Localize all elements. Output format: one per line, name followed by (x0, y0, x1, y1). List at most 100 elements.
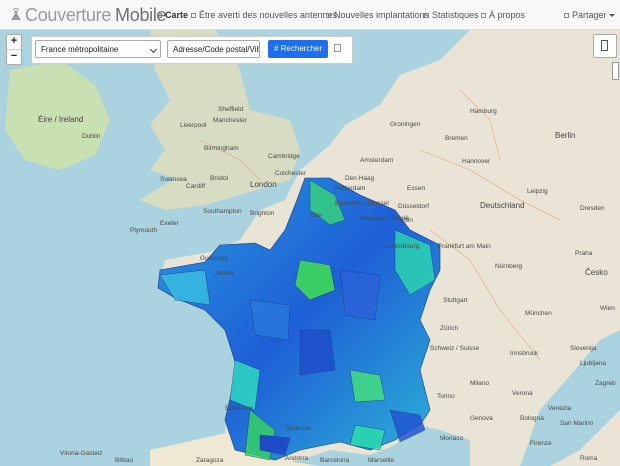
svg-text:Hannover: Hannover (462, 158, 491, 165)
svg-text:Bristol: Bristol (210, 175, 229, 182)
nav-label: À propos (489, 10, 526, 20)
svg-text:Milano: Milano (470, 380, 490, 387)
star-icon (326, 12, 331, 18)
panel-icon (601, 40, 608, 51)
svg-text:Innsbruck: Innsbruck (510, 350, 539, 357)
svg-text:Swansea: Swansea (160, 176, 187, 183)
side-panel-toggle-button[interactable] (593, 34, 617, 58)
svg-text:Luxembourg: Luxembourg (383, 243, 420, 250)
svg-text:Colchester: Colchester (275, 170, 307, 177)
svg-text:Verona: Verona (512, 390, 533, 397)
svg-text:Bordeaux: Bordeaux (225, 405, 254, 412)
svg-text:Belgique / België: Belgique / België (360, 215, 409, 222)
svg-text:Guernsey: Guernsey (200, 255, 229, 262)
svg-text:Dresden: Dresden (580, 205, 605, 212)
svg-text:Liverpool: Liverpool (180, 122, 207, 129)
scrollbar-handle[interactable] (612, 62, 619, 80)
zoom-control: + − (6, 34, 22, 65)
svg-text:Zaragoza: Zaragoza (196, 457, 224, 464)
svg-text:Groningen: Groningen (390, 121, 421, 128)
info-icon (481, 12, 486, 18)
svg-text:Vitoria-Gasteiz: Vitoria-Gasteiz (60, 450, 103, 457)
share-icon (564, 12, 569, 18)
map-tiles: Éire / Ireland Dublin Liverpool Manchester… (0, 30, 620, 466)
map-canvas[interactable]: Éire / Ireland Dublin Liverpool Manchester… (0, 30, 620, 466)
svg-text:Andorra: Andorra (285, 455, 309, 462)
caret-down-icon (608, 13, 615, 17)
svg-text:Bremen: Bremen (445, 135, 468, 142)
locate-icon[interactable] (334, 44, 341, 52)
svg-text:Plymouth: Plymouth (130, 227, 157, 234)
region-select[interactable]: France métropolitaine (35, 40, 161, 58)
svg-text:Amsterdam: Amsterdam (360, 157, 393, 164)
svg-text:Lille: Lille (310, 212, 322, 219)
svg-text:Stuttgart: Stuttgart (443, 297, 468, 304)
search-button[interactable]: # Rechercher (268, 40, 328, 58)
chart-icon (424, 12, 429, 18)
svg-text:Firenze: Firenze (530, 440, 552, 447)
nav-alerts[interactable]: Être averti des nouvelles antennes (191, 0, 337, 30)
svg-text:Bilbao: Bilbao (115, 457, 133, 464)
svg-text:Toulouse: Toulouse (285, 425, 311, 432)
svg-text:Ljubljana: Ljubljana (580, 360, 606, 367)
svg-text:Venezia: Venezia (548, 405, 572, 412)
svg-text:Essen: Essen (407, 185, 425, 192)
svg-text:Dublin: Dublin (82, 133, 101, 140)
svg-text:Berlin: Berlin (555, 131, 575, 140)
search-panel: France métropolitaine Adresse/Code posta… (31, 36, 353, 64)
nav-label: Carte (165, 10, 189, 20)
chevron-down-icon (149, 45, 158, 54)
svg-text:Cambridge: Cambridge (268, 153, 300, 160)
svg-text:Nürnberg: Nürnberg (495, 263, 522, 270)
nav-label: Nouvelles implantations (334, 10, 430, 20)
nav-label: Statistiques (432, 10, 479, 20)
svg-text:Jersey: Jersey (215, 270, 235, 277)
svg-text:Den Haag: Den Haag (345, 175, 375, 182)
svg-text:Wien: Wien (600, 305, 615, 312)
antenna-icon (11, 8, 21, 20)
address-input[interactable]: Adresse/Code postal/Ville (167, 40, 260, 58)
nav-label: Partager (572, 10, 607, 20)
map-icon (157, 12, 162, 18)
nav-statistics[interactable]: Statistiques (424, 0, 479, 30)
svg-text:London: London (250, 180, 277, 189)
svg-text:Sheffield: Sheffield (218, 106, 244, 113)
brand-text-couverture: Couverture (25, 4, 112, 25)
nav-share-dropdown[interactable]: Partager (564, 0, 615, 30)
zoom-in-button[interactable]: + (7, 35, 21, 49)
brand-logo-link[interactable]: Couverture Mobile (8, 3, 167, 27)
svg-text:Torino: Torino (437, 393, 455, 400)
svg-text:Praha: Praha (575, 250, 593, 257)
svg-text:Leipzig: Leipzig (527, 188, 548, 195)
svg-text:Schweiz / Suisse: Schweiz / Suisse (430, 345, 480, 352)
top-navbar: Couverture Mobile Carte Être averti des … (0, 0, 620, 30)
nav-new-sites[interactable]: Nouvelles implantations (326, 0, 429, 30)
svg-text:Frankfurt am Main: Frankfurt am Main (438, 243, 491, 250)
svg-text:Zagreb: Zagreb (595, 380, 616, 387)
svg-text:Düsseldorf: Düsseldorf (398, 203, 429, 210)
hash-icon: # (273, 44, 281, 53)
region-select-value: France métropolitaine (41, 45, 119, 54)
svg-text:Exeter: Exeter (160, 220, 180, 227)
search-button-label: Rechercher (280, 44, 323, 53)
svg-text:Rotterdam: Rotterdam (335, 185, 365, 192)
nav-carte[interactable]: Carte (157, 0, 188, 30)
svg-text:Bruxelles / Brussel: Bruxelles / Brussel (335, 200, 389, 207)
svg-text:Marseille: Marseille (368, 457, 394, 464)
svg-text:Brighton: Brighton (250, 210, 275, 217)
svg-text:Slovenija: Slovenija (570, 345, 597, 352)
svg-text:Éire / Ireland: Éire / Ireland (38, 115, 83, 124)
svg-text:Genova: Genova (470, 415, 493, 422)
svg-text:Česko: Česko (585, 268, 608, 277)
svg-text:Hamburg: Hamburg (470, 108, 497, 115)
svg-text:San Marino: San Marino (560, 420, 594, 427)
zoom-out-button[interactable]: − (7, 49, 21, 64)
svg-text:Cardiff: Cardiff (186, 183, 205, 190)
svg-text:Manchester: Manchester (213, 117, 248, 124)
svg-text:Zürich: Zürich (440, 325, 458, 332)
svg-text:Barcelona: Barcelona (320, 457, 350, 464)
svg-text:Monaco: Monaco (440, 435, 464, 442)
svg-text:München: München (525, 310, 552, 317)
nav-about[interactable]: À propos (481, 0, 525, 30)
bell-icon (191, 12, 196, 18)
